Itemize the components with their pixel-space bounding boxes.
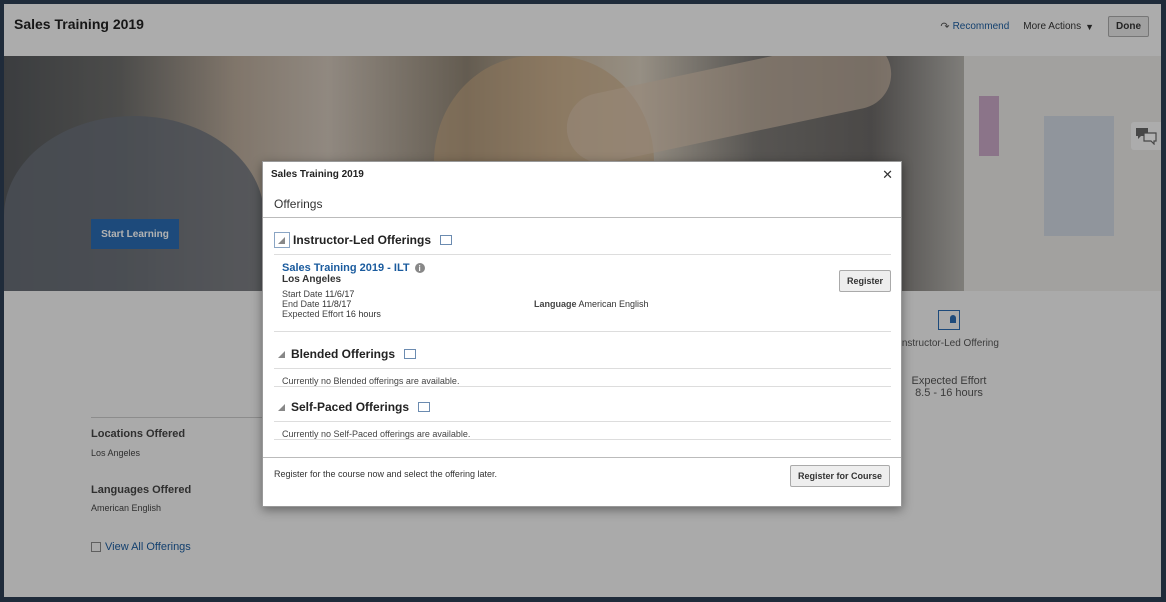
start-date: Start Date 11/6/17	[282, 289, 354, 299]
close-icon[interactable]: ✕	[882, 167, 893, 183]
section-divider	[274, 421, 891, 422]
triangle-icon	[278, 237, 285, 244]
language-label: Language	[534, 299, 577, 309]
collapse-toggle[interactable]	[274, 403, 288, 411]
dialog-footer-divider	[263, 457, 901, 458]
end-date-value: 11/8/17	[322, 299, 352, 309]
blended-section: Blended Offerings Currently no Blended o…	[274, 347, 891, 387]
instructor-led-icon	[440, 235, 453, 245]
app-frame: Sales Training 2019 ↷ Recommend More Act…	[4, 4, 1161, 597]
self-paced-section: Self-Paced Offerings Currently no Self-P…	[274, 400, 891, 440]
dialog-divider	[263, 217, 901, 218]
instructor-led-section: Instructor-Led Offerings Sales Training …	[274, 232, 891, 332]
section-divider	[274, 368, 891, 369]
offering-location: Los Angeles	[282, 274, 342, 285]
info-icon[interactable]: i	[414, 263, 425, 273]
language-value: American English	[578, 299, 649, 309]
blended-empty-text: Currently no Blended offerings are avail…	[282, 376, 460, 386]
end-date: End Date 11/8/17	[282, 299, 351, 309]
section-title: Blended Offerings	[291, 347, 396, 361]
register-button[interactable]: Register	[838, 270, 891, 292]
section-divider	[274, 331, 891, 332]
section-divider	[274, 439, 891, 440]
footer-text: Register for the course now and select t…	[274, 469, 497, 479]
self-paced-empty-text: Currently no Self-Paced offerings are av…	[282, 429, 471, 439]
section-divider	[274, 386, 891, 387]
blended-icon	[404, 349, 417, 359]
start-date-label: Start Date	[282, 289, 323, 299]
collapse-toggle[interactable]	[274, 350, 288, 358]
register-for-course-button[interactable]: Register for Course	[789, 465, 890, 487]
expected-effort: Expected Effort 16 hours	[282, 309, 381, 319]
section-header: Instructor-Led Offerings	[274, 232, 891, 248]
offering-title[interactable]: Sales Training 2019 - ILT i	[282, 262, 425, 274]
effort-value: 16 hours	[345, 309, 381, 319]
self-paced-icon	[418, 402, 431, 412]
triangle-icon	[277, 350, 285, 358]
section-title: Self-Paced Offerings	[291, 400, 410, 414]
offering-name: Sales Training 2019 - ILT	[282, 262, 410, 274]
start-date-value: 11/6/17	[325, 289, 355, 299]
dialog-title: Sales Training 2019	[271, 169, 364, 180]
end-date-label: End Date	[282, 299, 320, 309]
dialog-subtitle: Offerings	[274, 197, 323, 211]
section-header: Blended Offerings	[274, 347, 891, 361]
triangle-icon	[277, 403, 285, 411]
language: Language American English	[534, 299, 649, 309]
section-divider	[274, 254, 891, 255]
collapse-toggle[interactable]	[274, 232, 290, 248]
offerings-dialog: Sales Training 2019 ✕ Offerings Instruct…	[262, 161, 902, 507]
section-title: Instructor-Led Offerings	[293, 233, 432, 247]
section-header: Self-Paced Offerings	[274, 400, 891, 414]
effort-label: Expected Effort	[282, 309, 344, 319]
